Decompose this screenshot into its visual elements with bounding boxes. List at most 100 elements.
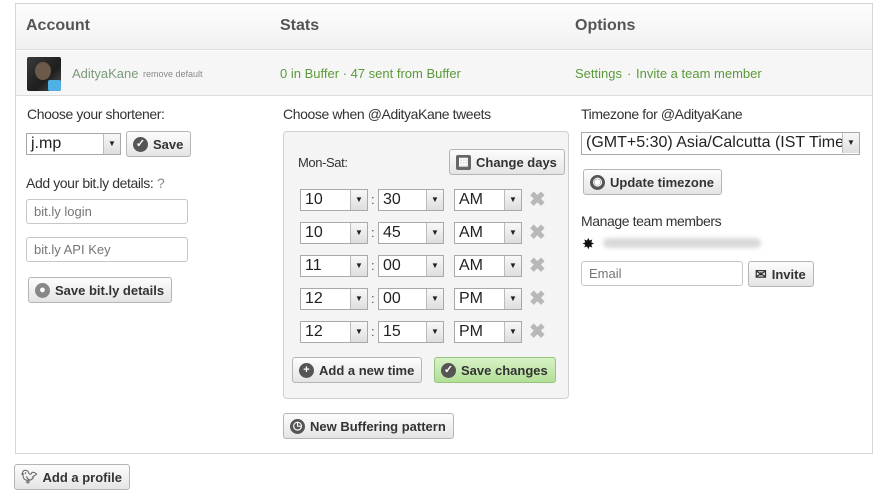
remove-time-icon[interactable]: ✖ [529,256,546,276]
team-member-email [603,238,761,248]
timezone-label: Timezone for @AdityaKane [581,106,743,122]
hour-select-value: 11 [305,257,322,274]
profile-row: AdityaKane remove default 0 in Buffer · … [16,51,872,96]
header-account: Account [26,17,90,34]
save-bitly-button[interactable]: ● Save bit.ly details [28,277,173,303]
minute-select-value: 15 [383,323,401,340]
bitly-label: Add your bit.ly details: [26,175,154,191]
ampm-select-value: AM [459,191,483,208]
shortener-select[interactable]: j.mp ▼ [26,133,121,155]
add-time-label: Add a new time [319,362,415,378]
envelope-icon: ✉ [755,265,767,282]
profile-username[interactable]: AdityaKane [72,66,139,81]
dropdown-arrow-icon: ▼ [350,289,367,309]
update-timezone-label: Update timezone [610,174,715,190]
header-options: Options [575,17,636,34]
save-changes-label: Save changes [461,362,548,378]
hour-select-value: 10 [305,224,323,241]
invite-team-link[interactable]: Invite a team member [636,66,762,81]
dropdown-arrow-icon: ▼ [350,223,367,243]
minute-select[interactable]: 15 ▼ [378,321,444,343]
hour-select[interactable]: 11 ▼ [300,255,368,277]
new-pattern-button[interactable]: ◷ New Buffering pattern [283,413,454,439]
time-colon: : [371,192,375,207]
remove-default-link[interactable]: remove default [143,69,203,79]
hour-select-value: 12 [305,290,323,307]
remove-time-icon[interactable]: ✖ [529,289,546,309]
bitly-api-key-input[interactable] [26,237,188,262]
minute-select-value: 45 [383,224,401,241]
twitter-icon [48,80,61,91]
minute-select[interactable]: 45 ▼ [378,222,444,244]
buffer-stats: 0 in Buffer · 47 sent from Buffer [280,66,461,81]
remove-time-icon[interactable]: ✖ [529,190,546,210]
shortener-label: Choose your shortener: [27,106,165,122]
hour-select[interactable]: 12 ▼ [300,288,368,310]
minute-select-value: 00 [383,257,401,274]
days-label: Mon-Sat: [298,155,348,170]
ampm-select[interactable]: PM ▼ [454,321,522,343]
dropdown-arrow-icon: ▼ [350,322,367,342]
hour-select-value: 10 [305,191,323,208]
dropdown-arrow-icon: ▼ [426,256,443,276]
award-icon: ✸ [582,236,595,253]
ampm-select[interactable]: AM ▼ [454,255,522,277]
minute-select-value: 00 [383,290,401,307]
dropdown-arrow-icon: ▼ [504,190,521,210]
dropdown-arrow-icon: ▼ [504,289,521,309]
header-stats: Stats [280,17,320,34]
bitly-login-input[interactable] [26,199,188,224]
ampm-select-value: PM [459,323,483,340]
email-input[interactable] [581,261,743,286]
update-timezone-button[interactable]: ◉ Update timezone [583,169,723,195]
dropdown-arrow-icon: ▼ [504,256,521,276]
minute-select[interactable]: 00 ▼ [378,255,444,277]
time-colon: : [371,258,375,273]
ampm-select-value: PM [459,290,483,307]
minute-select-value: 30 [383,191,401,208]
remove-time-icon[interactable]: ✖ [529,223,546,243]
bitly-icon: ● [35,282,50,298]
change-days-label: Change days [476,154,557,170]
ampm-select[interactable]: AM ▼ [454,189,522,211]
hour-select[interactable]: 10 ▼ [300,222,368,244]
dropdown-arrow-icon: ▼ [426,223,443,243]
new-pattern-label: New Buffering pattern [310,418,446,434]
ampm-select[interactable]: PM ▼ [454,288,522,310]
time-colon: : [371,324,375,339]
dropdown-arrow-icon: ▼ [426,289,443,309]
avatar[interactable] [27,57,61,91]
hour-select-value: 12 [305,323,323,340]
remove-time-icon[interactable]: ✖ [529,322,546,342]
add-profile-button[interactable]: 🐦︎ Add a profile [14,464,130,490]
schedule-label: Choose when @AdityaKane tweets [283,106,491,122]
settings-link[interactable]: Settings [575,66,622,81]
checkmark-icon: ✓ [133,136,148,152]
shortener-value: j.mp [31,135,62,152]
timezone-value: (GMT+5:30) Asia/Calcutta (IST Time [586,134,845,151]
dropdown-arrow-icon: ▼ [350,190,367,210]
change-days-button[interactable]: ▦ Change days [449,149,565,175]
plus-icon: + [299,362,314,378]
invite-label: Invite [771,266,806,282]
ampm-select[interactable]: AM ▼ [454,222,522,244]
ampm-select-value: AM [459,257,483,274]
dropdown-arrow-icon: ▼ [504,223,521,243]
add-time-button[interactable]: + Add a new time [292,357,423,383]
timezone-select[interactable]: (GMT+5:30) Asia/Calcutta (IST Time ▼ [581,132,860,155]
minute-select[interactable]: 00 ▼ [378,288,444,310]
dropdown-arrow-icon: ▼ [103,134,120,154]
invite-button[interactable]: ✉ Invite [748,261,814,287]
checkmark-icon: ✓ [441,362,456,378]
save-shortener-button[interactable]: ✓ Save [126,131,192,157]
minute-select[interactable]: 30 ▼ [378,189,444,211]
link-separator: · [627,66,632,81]
save-changes-button[interactable]: ✓ Save changes [434,357,556,383]
panel-header: Account Stats Options [16,4,872,50]
hour-select[interactable]: 12 ▼ [300,321,368,343]
time-colon: : [371,225,375,240]
hour-select[interactable]: 10 ▼ [300,189,368,211]
help-link[interactable]: ? [157,175,165,191]
save-label: Save [153,136,184,152]
globe-icon: ◉ [590,174,605,190]
